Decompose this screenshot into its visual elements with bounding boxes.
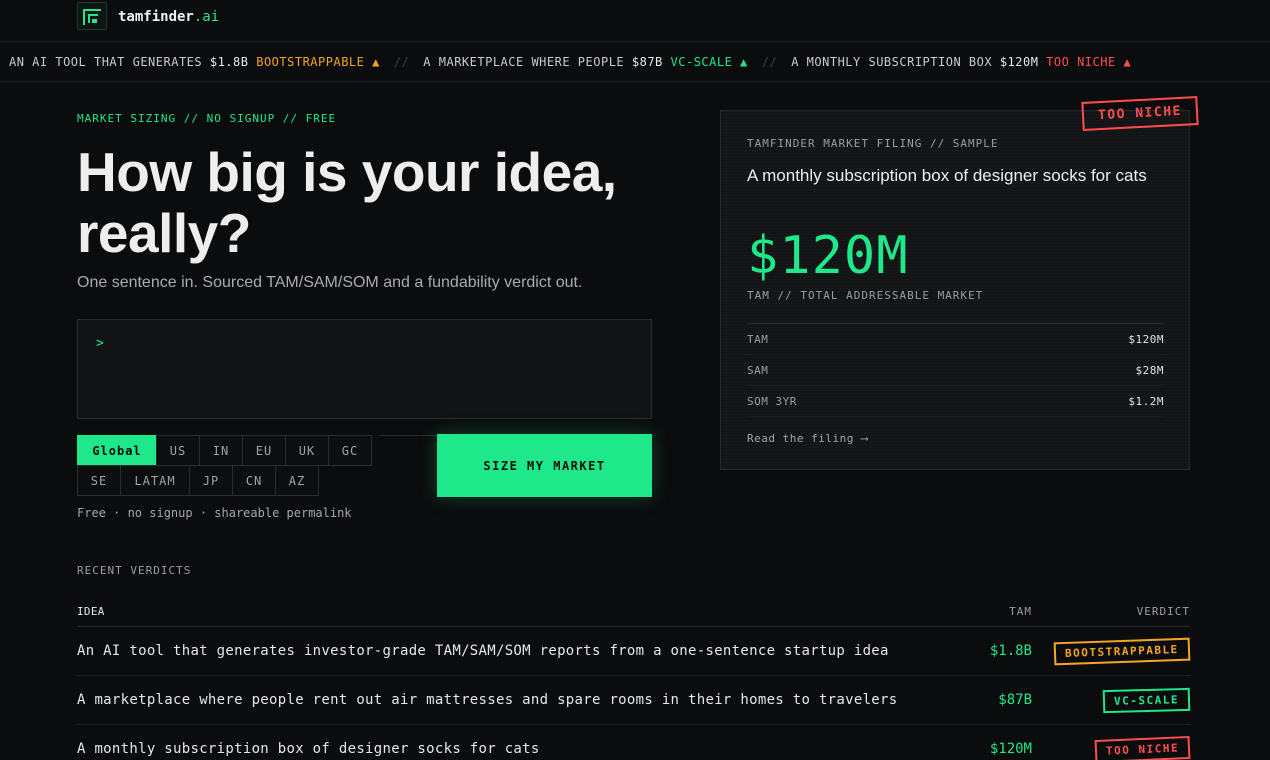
header-tam: TAM — [1009, 604, 1032, 618]
table-header: IDEA TAM VERDICT — [77, 596, 1190, 627]
region-tab-se[interactable]: SE — [77, 465, 121, 496]
metric-value: $28M — [1135, 363, 1164, 377]
triangle-up-icon: ▲ — [372, 55, 380, 69]
region-tab-uk[interactable]: UK — [285, 435, 329, 466]
region-tab-global[interactable]: Global — [77, 435, 157, 466]
ticker-item[interactable]: A MONTHLY SUBSCRIPTION BOX $120M TOO NIC… — [791, 55, 1131, 69]
logo-icon[interactable] — [77, 2, 107, 30]
triangle-up-icon: ▲ — [1123, 55, 1132, 69]
card-verdict-stamp: TOO NICHE — [1081, 95, 1199, 132]
ticker-verdict: TOO NICHE — [1046, 55, 1116, 69]
read-filing-link[interactable]: Read the filing ⟶ — [747, 432, 868, 445]
ticker-separator: // — [393, 55, 410, 69]
ticker-text: A MONTHLY SUBSCRIPTION BOX — [791, 55, 993, 69]
ticker-item[interactable]: A MARKETPLACE WHERE PEOPLE $87B VC-SCALE… — [423, 55, 747, 69]
row-verdict-cell: VC-SCALE — [1032, 687, 1191, 713]
metric-value: $120M — [1128, 332, 1164, 346]
region-tab-us[interactable]: US — [156, 435, 200, 466]
recent-verdicts-table: IDEA TAM VERDICT An AI tool that generat… — [77, 596, 1191, 760]
region-selector: Global US IN EU UK GC SE LATAM JP CN AZ — [77, 435, 469, 496]
region-tab-az[interactable]: AZ — [275, 465, 319, 496]
row-tam: $87B — [998, 692, 1032, 708]
card-title: A monthly subscription box of designer s… — [747, 166, 1147, 185]
card-metrics: TAM $120M SAM $28M SOM 3YR $1.2M — [747, 323, 1164, 417]
brand-suffix: .ai — [193, 9, 220, 25]
card-metric-row: TAM $120M — [747, 324, 1164, 355]
metric-label: SOM 3YR — [747, 394, 797, 408]
size-my-market-button[interactable]: SIZE MY MARKET — [437, 434, 652, 497]
region-tab-eu[interactable]: EU — [242, 435, 286, 466]
metric-label: SAM — [747, 363, 769, 377]
ticker-text: A MARKETPLACE WHERE PEOPLE — [423, 55, 625, 69]
recent-verdicts-title: RECENT VERDICTS — [77, 564, 192, 577]
ticker-track: AN AI TOOL THAT GENERATES $1.8B BOOTSTRA… — [9, 55, 1131, 69]
card-metric-row: SOM 3YR $1.2M — [747, 386, 1164, 417]
ticker-verdict: BOOTSTRAPPABLE — [256, 55, 365, 69]
verdict-stamp: VC-SCALE — [1102, 687, 1191, 713]
table-row[interactable]: An AI tool that generates investor-grade… — [77, 627, 1191, 676]
idea-input-box[interactable]: > — [77, 319, 652, 419]
verdict-stamp: TOO NICHE — [1094, 735, 1191, 760]
ticker-item[interactable]: AN AI TOOL THAT GENERATES $1.8B BOOTSTRA… — [9, 55, 380, 69]
ticker-verdict: VC-SCALE — [670, 55, 733, 69]
card-tam-label: TAM // TOTAL ADDRESSABLE MARKET — [747, 289, 984, 302]
card-eyebrow: TAMFINDER MARKET FILING // SAMPLE — [747, 137, 999, 150]
row-verdict-cell: BOOTSTRAPPABLE — [1032, 637, 1191, 665]
row-tam: $120M — [989, 741, 1032, 757]
ticker-value: $87B — [631, 55, 663, 69]
card-metric-row: SAM $28M — [747, 355, 1164, 386]
brand-name: tamfinder — [118, 9, 194, 25]
metric-label: TAM — [747, 332, 769, 346]
top-nav: tamfinder.ai — [0, 0, 1270, 42]
table-row[interactable]: A monthly subscription box of designer s… — [77, 725, 1191, 760]
row-idea: A monthly subscription box of designer s… — [77, 741, 540, 757]
row-idea: A marketplace where people rent out air … — [77, 692, 898, 708]
hero-fineprint: Free · no signup · shareable permalink — [77, 506, 352, 520]
hero-headline: How big is your idea, really? — [77, 141, 617, 264]
table-row[interactable]: A marketplace where people rent out air … — [77, 676, 1191, 725]
region-tab-jp[interactable]: JP — [189, 465, 233, 496]
row-idea: An AI tool that generates investor-grade… — [77, 643, 889, 659]
brand-logo[interactable]: tamfinder.ai — [118, 9, 219, 25]
card-tam-value: $120M — [747, 226, 909, 286]
row-tam: $1.8B — [989, 643, 1032, 659]
verdict-stamp: BOOTSTRAPPABLE — [1053, 637, 1191, 665]
header-verdict: VERDICT — [1136, 604, 1190, 618]
row-verdict-cell: TOO NICHE — [1032, 735, 1191, 760]
hero-eyebrow: MARKET SIZING // NO SIGNUP // FREE — [77, 112, 337, 125]
verdict-ticker: AN AI TOOL THAT GENERATES $1.8B BOOTSTRA… — [0, 42, 1270, 82]
ticker-value: $120M — [999, 55, 1039, 69]
region-tab-in[interactable]: IN — [199, 435, 243, 466]
region-tab-latam[interactable]: LATAM — [120, 465, 190, 496]
metric-value: $1.2M — [1128, 394, 1164, 408]
triangle-up-icon: ▲ — [740, 55, 748, 69]
ticker-separator: // — [761, 55, 778, 69]
header-idea: IDEA — [77, 604, 105, 618]
idea-input[interactable] — [112, 334, 632, 404]
region-tab-gc[interactable]: GC — [328, 435, 372, 466]
ticker-text: AN AI TOOL THAT GENERATES — [9, 55, 203, 69]
hero-subhead: One sentence in. Sourced TAM/SAM/SOM and… — [77, 274, 583, 291]
sample-filing-card: TAMFINDER MARKET FILING // SAMPLE A mont… — [720, 110, 1190, 470]
ticker-value: $1.8B — [209, 55, 249, 69]
region-tab-cn[interactable]: CN — [232, 465, 276, 496]
prompt-caret: > — [96, 336, 104, 351]
